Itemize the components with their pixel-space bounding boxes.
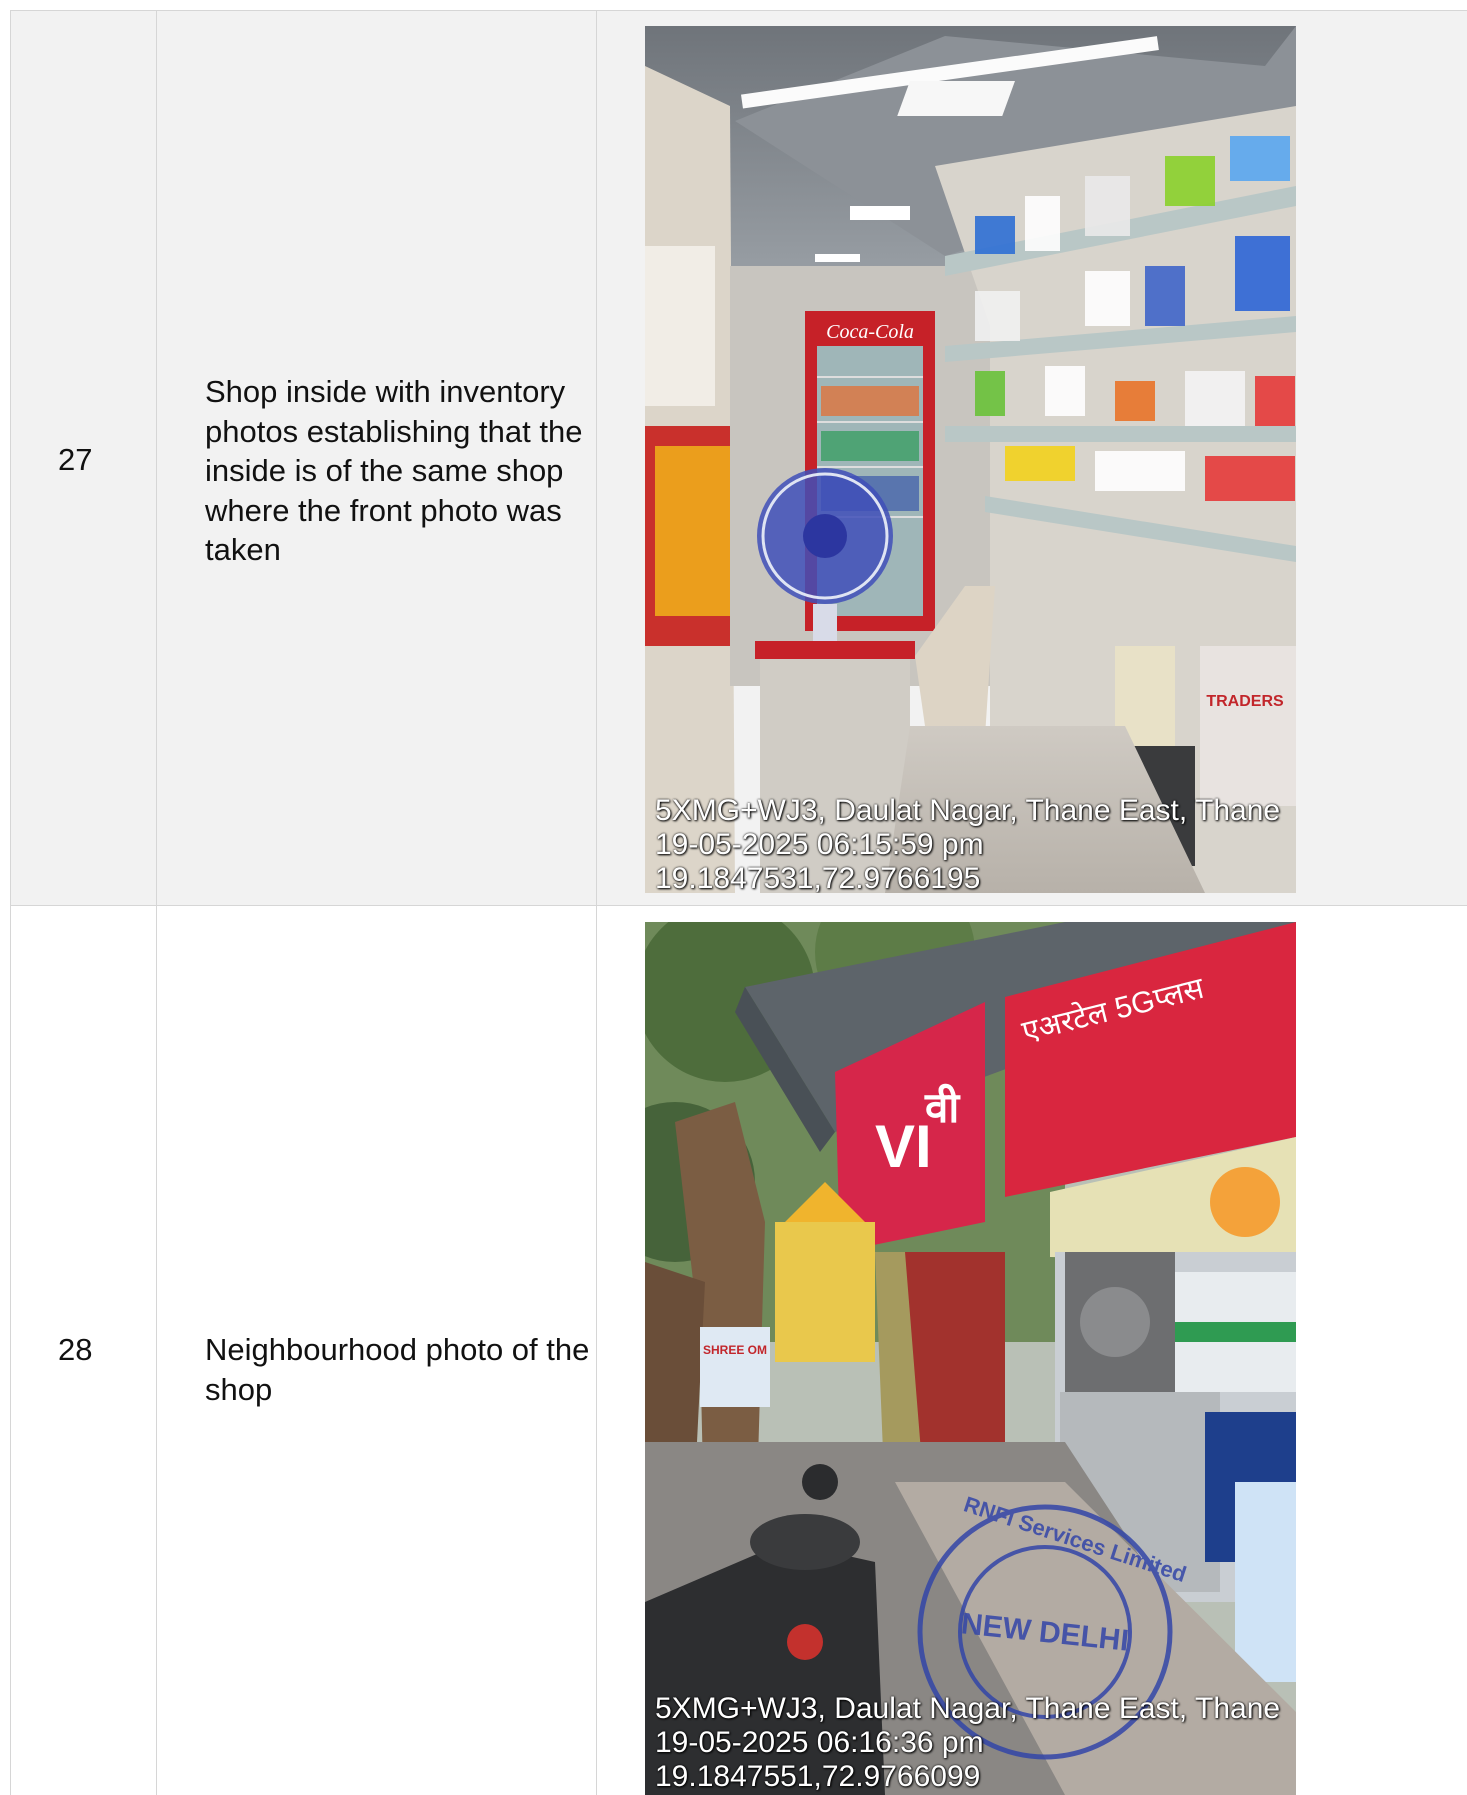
shop-interior-photo: Coca-Cola TRADERS 5XMG+WJ3, Daulat Nagar… xyxy=(645,26,1296,893)
geo-datetime: 19-05-2025 06:15:59 pm xyxy=(655,828,984,861)
serial-number: 28 xyxy=(58,1332,93,1367)
coca-cola-logo: Coca-Cola xyxy=(826,321,914,343)
photo-description: Neighbourhood photo of the shop xyxy=(205,1332,590,1407)
vi-logo: VI xyxy=(875,1113,932,1180)
serial-number-cell: 27 xyxy=(10,10,156,905)
photo-evidence-table: 27 Shop inside with inventory photos est… xyxy=(10,10,1467,1795)
description-cell: Shop inside with inventory photos establ… xyxy=(157,10,596,905)
serial-number: 27 xyxy=(58,442,93,477)
traders-bag-text: TRADERS xyxy=(1206,693,1284,710)
neighbourhood-photo: VI वी एअरटेल 5Gप्लस SHREE OM NEW DELHI R… xyxy=(645,922,1296,1795)
photo-cell: VI वी एअरटेल 5Gप्लस SHREE OM NEW DELHI R… xyxy=(597,906,1467,1795)
geo-coordinates: 19.1847531,72.9766195 xyxy=(655,862,981,893)
table-row-27: 27 Shop inside with inventory photos est… xyxy=(10,10,1467,905)
table-border-col2 xyxy=(596,10,597,1795)
geo-address: 5XMG+WJ3, Daulat Nagar, Thane East, Than… xyxy=(655,1692,1281,1725)
table-border-row xyxy=(10,905,1467,906)
vi-hindi-logo: वी xyxy=(924,1083,961,1131)
geo-datetime: 19-05-2025 06:16:36 pm xyxy=(655,1726,984,1759)
table-border-col1 xyxy=(156,10,157,1795)
photo-description: Shop inside with inventory photos establ… xyxy=(205,374,583,567)
table-row-28: 28 Neighbourhood photo of the shop VI वी… xyxy=(10,906,1467,1795)
table-border-top xyxy=(10,10,1467,11)
geo-coordinates: 19.1847551,72.9766099 xyxy=(655,1760,981,1793)
photo-cell: Coca-Cola TRADERS 5XMG+WJ3, Daulat Nagar… xyxy=(597,10,1467,905)
photo-geo-overlay: 5XMG+WJ3, Daulat Nagar, Thane East, Than… xyxy=(655,794,1280,893)
table-border-left xyxy=(10,10,11,1795)
geo-address: 5XMG+WJ3, Daulat Nagar, Thane East, Than… xyxy=(655,794,1281,827)
description-cell: Neighbourhood photo of the shop xyxy=(157,906,596,1795)
photo-geo-overlay: 5XMG+WJ3, Daulat Nagar, Thane East, Than… xyxy=(655,1692,1280,1794)
shree-om-sign: SHREE OM xyxy=(703,1343,767,1357)
serial-number-cell: 28 xyxy=(10,906,156,1795)
